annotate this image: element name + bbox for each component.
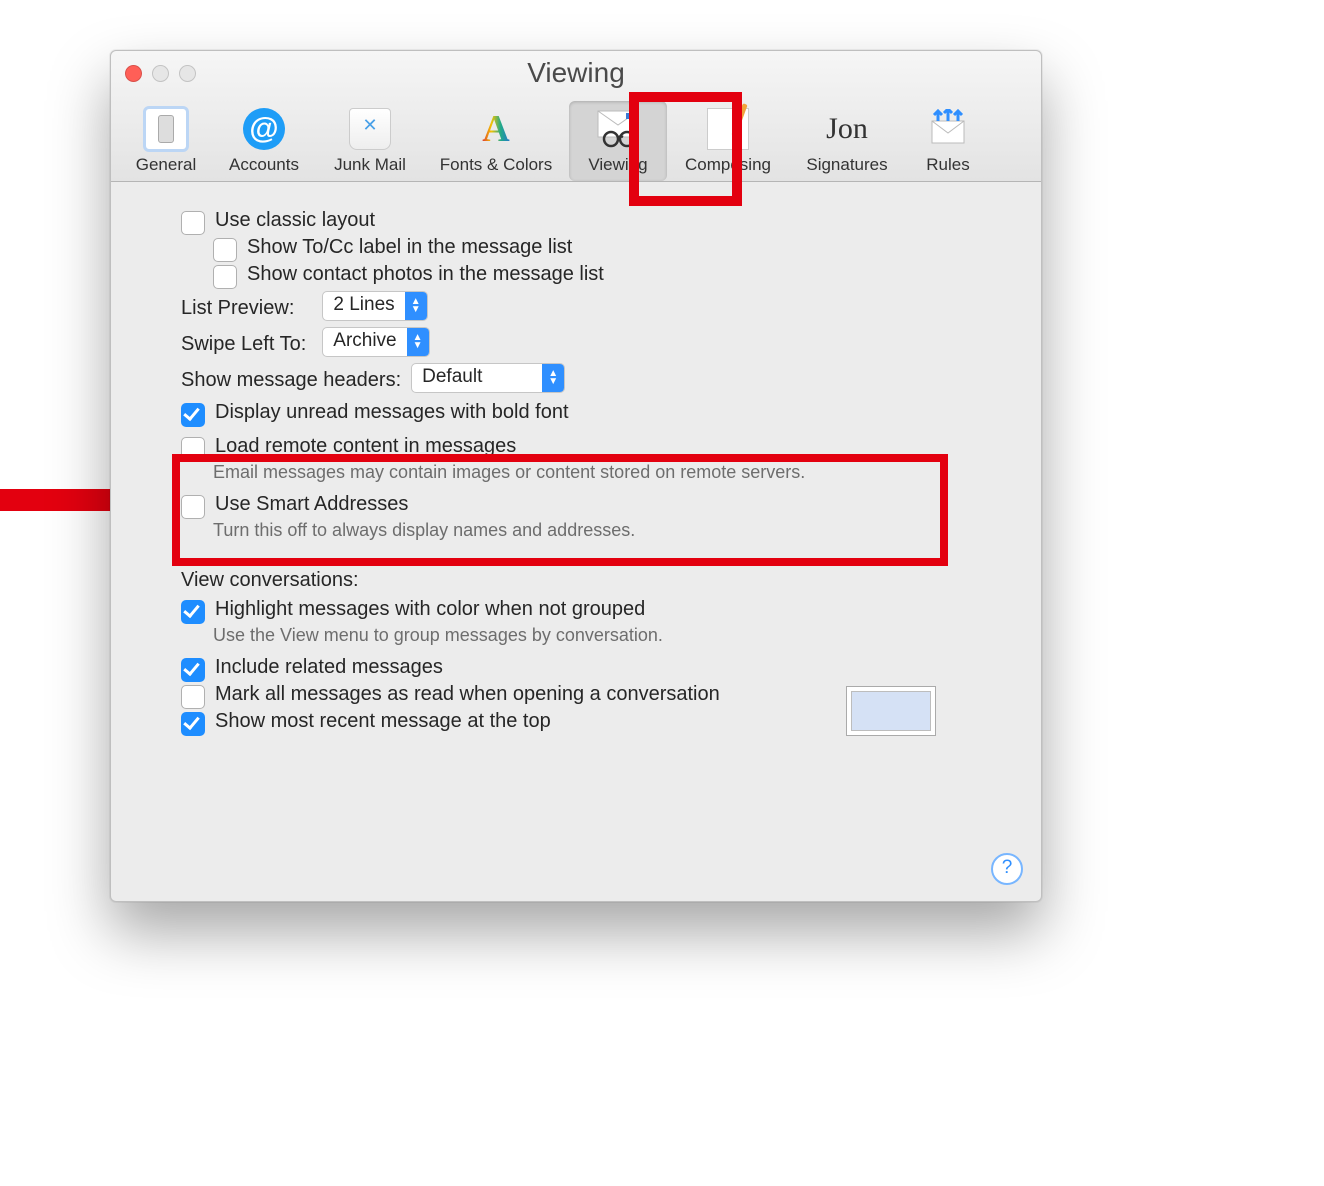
accounts-icon: @ — [240, 105, 288, 153]
tab-signatures-label: Signatures — [806, 155, 887, 175]
chevron-updown-icon: ▲▼ — [407, 328, 429, 356]
checkbox-load-remote-content[interactable] — [181, 437, 205, 461]
label-message-headers: Show message headers: — [181, 369, 401, 392]
tab-composing[interactable]: Composing — [667, 101, 789, 181]
select-list-preview[interactable]: 2 Lines ▲▼ — [322, 291, 427, 321]
preferences-window: Viewing General @ Accounts Junk Mail A F… — [110, 50, 1042, 902]
tab-rules-label: Rules — [926, 155, 969, 175]
select-swipe-left-value: Archive — [323, 328, 406, 356]
window-title: Viewing — [111, 57, 1041, 89]
tab-composing-label: Composing — [685, 155, 771, 175]
sub-highlight-color: Use the View menu to group messages by c… — [213, 625, 1021, 646]
checkbox-bold-unread[interactable] — [181, 403, 205, 427]
help-button[interactable]: ? — [991, 853, 1023, 885]
tab-accounts[interactable]: @ Accounts — [211, 101, 317, 181]
tab-signatures[interactable]: Jon Signatures — [789, 101, 905, 181]
signatures-icon: Jon — [823, 105, 871, 153]
tab-junk-mail[interactable]: Junk Mail — [317, 101, 423, 181]
tab-general[interactable]: General — [121, 101, 211, 181]
composing-icon — [704, 105, 752, 153]
sub-smart-addresses: Turn this off to always display names an… — [213, 520, 1021, 541]
tab-viewing[interactable]: Viewing — [569, 101, 667, 181]
tab-fonts-label: Fonts & Colors — [440, 155, 552, 175]
highlight-color-well[interactable] — [846, 686, 936, 736]
tab-viewing-label: Viewing — [588, 155, 647, 175]
label-list-preview: List Preview: — [181, 297, 294, 320]
checkbox-recent-top[interactable] — [181, 712, 205, 736]
select-message-headers[interactable]: Default ▲▼ — [411, 363, 565, 393]
viewing-pane: Use classic layout Show To/Cc label in t… — [111, 182, 1041, 901]
select-swipe-left[interactable]: Archive ▲▼ — [322, 327, 429, 357]
checkbox-smart-addresses[interactable] — [181, 495, 205, 519]
label-bold-unread: Display unread messages with bold font — [215, 401, 569, 424]
tab-rules[interactable]: Rules — [905, 101, 991, 181]
rules-icon — [924, 105, 972, 153]
select-list-preview-value: 2 Lines — [323, 292, 404, 320]
tab-accounts-label: Accounts — [229, 155, 299, 175]
checkbox-classic-layout[interactable] — [181, 211, 205, 235]
tab-junk-label: Junk Mail — [334, 155, 406, 175]
label-classic-layout: Use classic layout — [215, 209, 375, 232]
junk-icon — [346, 105, 394, 153]
tab-fonts-colors[interactable]: A Fonts & Colors — [423, 101, 569, 181]
checkbox-contact-photos[interactable] — [213, 265, 237, 289]
label-mark-read: Mark all messages as read when opening a… — [215, 683, 720, 706]
label-include-related: Include related messages — [215, 656, 443, 679]
label-swipe-left: Swipe Left To: — [181, 333, 306, 356]
titlebar: Viewing General @ Accounts Junk Mail A F… — [111, 51, 1041, 182]
chevron-updown-icon: ▲▼ — [542, 364, 564, 392]
select-message-headers-value: Default — [412, 364, 542, 392]
prefs-toolbar: General @ Accounts Junk Mail A Fonts & C… — [121, 91, 1031, 181]
checkbox-highlight-color[interactable] — [181, 600, 205, 624]
label-highlight-color: Highlight messages with color when not g… — [215, 598, 645, 621]
label-contact-photos: Show contact photos in the message list — [247, 263, 604, 286]
general-icon — [142, 105, 190, 153]
checkbox-mark-read[interactable] — [181, 685, 205, 709]
tab-general-label: General — [136, 155, 196, 175]
label-show-tocc: Show To/Cc label in the message list — [247, 236, 572, 259]
chevron-updown-icon: ▲▼ — [405, 292, 427, 320]
checkbox-show-tocc[interactable] — [213, 238, 237, 262]
label-recent-top: Show most recent message at the top — [215, 710, 551, 733]
label-smart-addresses: Use Smart Addresses — [215, 493, 408, 516]
checkbox-include-related[interactable] — [181, 658, 205, 682]
viewing-icon — [594, 105, 642, 153]
label-view-conversations: View conversations: — [181, 569, 1021, 592]
fonts-icon: A — [472, 105, 520, 153]
label-load-remote-content: Load remote content in messages — [215, 435, 516, 458]
sub-load-remote-content: Email messages may contain images or con… — [213, 462, 1021, 483]
